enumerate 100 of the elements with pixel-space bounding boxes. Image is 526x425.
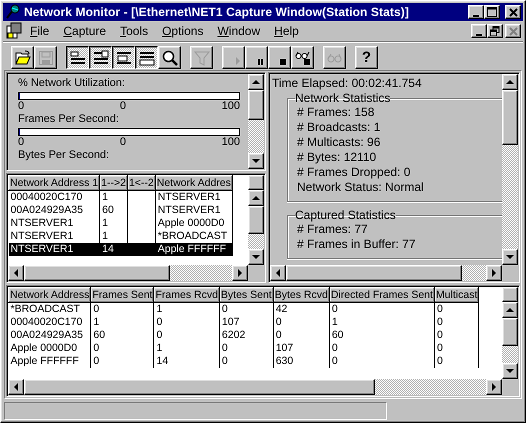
scroll-down-button[interactable] [502, 249, 518, 265]
close-icon [508, 8, 518, 16]
table-row[interactable]: NTSERVER1 14 Apple FFFFFF [8, 243, 232, 256]
table-cell: 0 [273, 316, 330, 329]
scroll-up-button[interactable] [248, 190, 264, 206]
stop-button[interactable] [268, 46, 291, 69]
table-row[interactable]: Apple FFFFFF 0 14 0 630 0 0 [8, 355, 479, 368]
menu-item[interactable]: Options [155, 22, 210, 40]
triangle-left-icon [14, 383, 18, 391]
table-row[interactable]: Apple 0000D0 0 1 0 107 0 0 [8, 342, 479, 355]
scroll-thumb[interactable] [502, 90, 518, 145]
table-cell: 0 [434, 329, 479, 342]
menu-item[interactable]: Window [210, 22, 268, 40]
column-header[interactable]: Bytes Sent [219, 288, 274, 302]
table-cell: 107 [219, 316, 274, 329]
scroll-down-button[interactable] [248, 249, 264, 265]
maximize-button[interactable] [484, 5, 500, 19]
table-row[interactable]: *BROADCAST 0 1 0 42 0 0 [8, 302, 479, 316]
close-button[interactable] [505, 5, 521, 19]
statistic-line: # Multicasts: 96 [297, 135, 382, 150]
table-row[interactable]: NTSERVER1 1 Apple 0000D0 [8, 217, 232, 230]
column-header[interactable]: Network Addres [155, 176, 232, 190]
column-header[interactable]: Network Address 1 [8, 176, 100, 190]
table-cell: Apple FFFFFF [8, 355, 91, 368]
scroll-up-button[interactable] [248, 74, 264, 90]
session-pane-button[interactable] [89, 46, 112, 69]
menu-item[interactable]: Capture [56, 22, 114, 40]
scroll-right-button[interactable] [486, 265, 502, 281]
scroll-thumb[interactable] [248, 206, 264, 234]
station-pane-button[interactable] [112, 46, 135, 69]
horizontal-scrollbar[interactable] [270, 265, 502, 281]
menu-item[interactable]: File [23, 22, 56, 40]
scroll-thumb[interactable] [502, 318, 518, 346]
scroll-thumb[interactable] [24, 265, 170, 281]
gauge-label: % Network Utilization: [18, 77, 126, 90]
table-row[interactable]: 00040020C170 1 0 107 0 1 0 [8, 316, 479, 329]
close-icon [508, 26, 518, 36]
table-cell: 0 [329, 302, 434, 316]
child-minimize-button[interactable] [471, 24, 487, 38]
table-row[interactable]: 00A024929A35 60 0 6202 0 60 0 [8, 329, 479, 342]
total-pane-button[interactable] [135, 46, 158, 69]
column-header[interactable]: Frames Rcvd [154, 288, 220, 302]
zoom-button[interactable] [158, 46, 181, 69]
vertical-scrollbar[interactable] [502, 74, 518, 265]
scroll-up-button[interactable] [502, 302, 518, 318]
window-title: Network Monitor - [\Ethernet\NET1 Capture Window(Station Stats)] [24, 5, 410, 19]
horizontal-scrollbar[interactable] [8, 265, 248, 281]
child-restore-button[interactable] [487, 24, 503, 38]
statistic-line: # Bytes: 12110 [297, 150, 378, 165]
column-header[interactable]: Frames Sent [90, 288, 154, 302]
horizontal-scrollbar[interactable] [8, 379, 502, 395]
column-header[interactable]: 1-->2 [100, 176, 128, 190]
document-app-icon[interactable] [5, 22, 23, 40]
table-cell: 60 [329, 329, 434, 342]
vertical-scrollbar[interactable] [248, 74, 264, 169]
menu-item[interactable]: Help [267, 22, 306, 40]
column-header[interactable]: Bytes Rcvd [273, 288, 330, 302]
column-header[interactable]: Network Address [8, 288, 91, 302]
table-cell: 0 [329, 342, 434, 355]
column-header[interactable]: 1<--2 [127, 176, 156, 190]
stop-and-view-button[interactable] [291, 46, 314, 69]
table-cell: 0 [434, 355, 479, 368]
table-cell: 00040020C170 [8, 316, 91, 329]
scroll-right-button[interactable] [486, 379, 502, 395]
scroll-left-button[interactable] [270, 265, 286, 281]
table-cell: NTSERVER1 [8, 217, 100, 230]
scroll-down-button[interactable] [502, 363, 518, 379]
scroll-right-button[interactable] [232, 265, 248, 281]
scroll-thumb[interactable] [24, 379, 376, 395]
table-row[interactable]: 00040020C170 1 NTSERVER1 [8, 190, 232, 204]
table-cell: 1 [154, 342, 220, 355]
help-button[interactable]: ? [355, 46, 378, 69]
graph-pane-button[interactable] [66, 46, 89, 69]
scroll-up-button[interactable] [502, 74, 518, 90]
triangle-right-icon [238, 269, 242, 277]
gauge-label: Bytes Per Second: [18, 149, 110, 162]
pause-button[interactable] [245, 46, 268, 69]
column-header[interactable]: Multicast [434, 288, 479, 302]
scroll-left-button[interactable] [8, 379, 24, 395]
column-header[interactable]: Directed Frames Sent [329, 288, 434, 302]
scale-label: 100 [222, 136, 240, 148]
table-cell: 0 [219, 302, 274, 316]
menu-item[interactable]: Tools [113, 22, 156, 40]
time-elapsed: Time Elapsed: 00:02:41.754 [272, 75, 423, 91]
vertical-scrollbar[interactable] [502, 302, 518, 379]
scroll-thumb[interactable] [286, 265, 462, 281]
scroll-thumb[interactable] [248, 90, 264, 120]
minimize-button[interactable] [468, 5, 484, 19]
triangle-up-icon [506, 80, 514, 84]
vertical-scrollbar[interactable] [248, 190, 264, 265]
scale-label: 0 [18, 136, 24, 148]
table-row[interactable]: 00A024929A35 60 NTSERVER1 [8, 204, 232, 217]
open-button[interactable] [11, 46, 34, 69]
scroll-left-button[interactable] [8, 265, 24, 281]
table-cell: 1 [154, 302, 220, 316]
scroll-down-button[interactable] [248, 153, 264, 169]
table-cell: 1 [100, 217, 128, 230]
table-cell: Apple 0000D0 [155, 217, 232, 230]
maximize-icon [487, 7, 497, 17]
table-cell: 00A024929A35 [8, 329, 91, 342]
